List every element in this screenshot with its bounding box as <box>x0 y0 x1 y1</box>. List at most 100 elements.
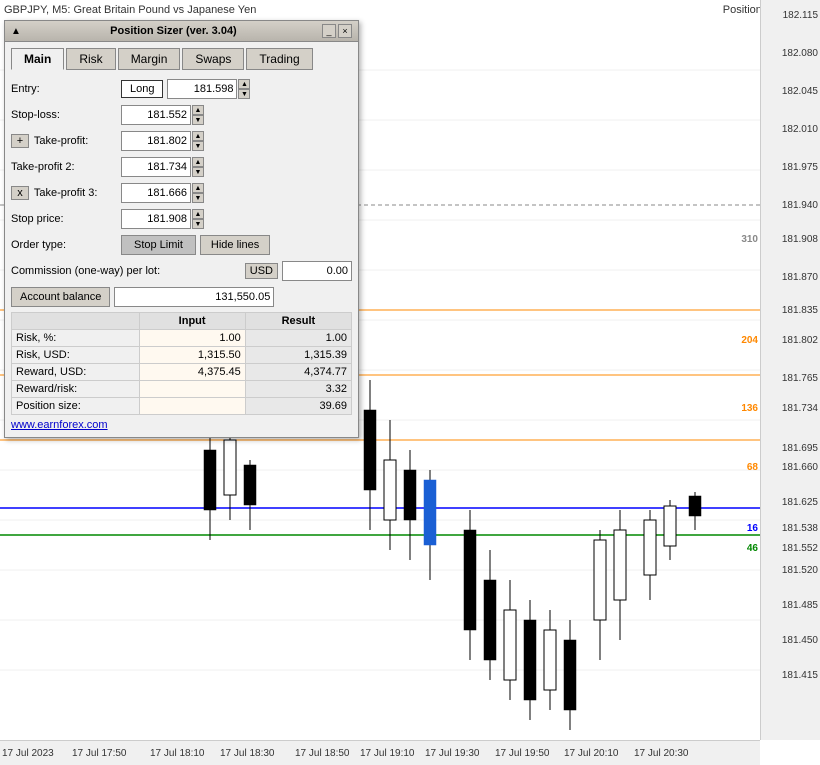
risk-pct-input[interactable] <box>139 330 245 347</box>
table-row: Reward/risk: 3.32 <box>12 381 352 398</box>
entry-spin-up[interactable]: ▲ <box>238 79 250 89</box>
stop-price-spin: ▲ ▼ <box>192 209 204 229</box>
take-profit-value-input[interactable] <box>121 131 191 151</box>
price-label-11: 181.625 <box>782 497 818 508</box>
hide-lines-button[interactable]: Hide lines <box>200 235 270 255</box>
take-profit-3-prefix[interactable]: x <box>11 186 29 200</box>
take-profit-input-group: ▲ ▼ <box>121 131 204 151</box>
position-size-result: 39.69 <box>245 398 351 415</box>
take-profit-row: + Take-profit: ▲ ▼ <box>11 130 352 152</box>
tab-swaps[interactable]: Swaps <box>182 48 244 70</box>
results-table: Input Result Risk, %: 1.00 Risk, USD: 1,… <box>11 312 352 415</box>
time-label-6: 17 Jul 19:30 <box>425 748 480 759</box>
stop-price-value-input[interactable] <box>121 209 191 229</box>
entry-value-input[interactable] <box>167 79 237 99</box>
tab-bar: Main Risk Margin Swaps Trading <box>11 48 352 70</box>
stop-price-spin-up[interactable]: ▲ <box>192 209 204 219</box>
close-button[interactable]: × <box>338 24 352 38</box>
risk-pct-input-field[interactable] <box>144 332 241 344</box>
price-axis: 182.115 182.080 182.045 182.010 181.975 … <box>760 0 820 740</box>
risk-pct-label: Risk, %: <box>12 330 140 347</box>
account-balance-input[interactable] <box>114 287 274 307</box>
tab-margin[interactable]: Margin <box>118 48 181 70</box>
price-label-3: 182.045 <box>782 86 818 97</box>
price-label-1: 182.115 <box>783 10 818 21</box>
reward-risk-result: 3.32 <box>245 381 351 398</box>
time-label-9: 17 Jul 20:30 <box>634 748 689 759</box>
take-profit-3-row: x Take-profit 3: ▲ ▼ <box>11 182 352 204</box>
take-profit-spin: ▲ ▼ <box>192 131 204 151</box>
side-label-46: 46 <box>747 543 758 554</box>
price-label-12: 181.520 <box>782 565 818 576</box>
chart-title: GBPJPY, M5: Great Britain Pound vs Japan… <box>4 4 256 16</box>
stop-loss-spin-down[interactable]: ▼ <box>192 115 204 125</box>
take-profit-label: + Take-profit: <box>11 134 121 148</box>
stop-price-input-group: ▲ ▼ <box>121 209 204 229</box>
price-label-sl: 181.552 <box>782 543 818 554</box>
side-label-16: 16 <box>747 523 758 534</box>
risk-usd-result: 1,315.39 <box>245 347 351 364</box>
time-label-2: 17 Jul 18:10 <box>150 748 205 759</box>
take-profit-2-spin-down[interactable]: ▼ <box>192 167 204 177</box>
panel-titlebar[interactable]: ▲ Position Sizer (ver. 3.04) _ × <box>5 21 358 42</box>
price-label-15: 181.415 <box>782 670 818 681</box>
risk-usd-input-field[interactable] <box>144 349 241 361</box>
stop-loss-value-input[interactable] <box>121 105 191 125</box>
price-label-tp2: 181.734 <box>782 403 818 414</box>
reward-usd-input-field[interactable] <box>144 366 241 378</box>
minimize-button[interactable]: _ <box>322 24 336 38</box>
account-balance-button[interactable]: Account balance <box>11 287 110 307</box>
reward-usd-input[interactable] <box>139 364 245 381</box>
price-label-4: 182.010 <box>782 124 818 135</box>
side-label-68: 68 <box>747 462 758 473</box>
risk-usd-input[interactable] <box>139 347 245 364</box>
tab-risk[interactable]: Risk <box>66 48 115 70</box>
price-label-8: 181.835 <box>782 305 818 316</box>
stop-loss-spin-up[interactable]: ▲ <box>192 105 204 115</box>
stop-loss-spin: ▲ ▼ <box>192 105 204 125</box>
stop-loss-row: Stop-loss: ▲ ▼ <box>11 104 352 126</box>
entry-row: Entry: Long ▲ ▼ <box>11 78 352 100</box>
position-sizer-panel: ▲ Position Sizer (ver. 3.04) _ × Main Ri… <box>4 20 359 438</box>
stop-price-spin-down[interactable]: ▼ <box>192 219 204 229</box>
table-row: Reward, USD: 4,374.77 <box>12 364 352 381</box>
entry-label: Entry: <box>11 83 121 95</box>
take-profit-2-spin: ▲ ▼ <box>192 157 204 177</box>
price-label-9: 181.765 <box>782 373 818 384</box>
take-profit-3-spin-down[interactable]: ▼ <box>192 193 204 203</box>
position-size-input <box>139 398 245 415</box>
take-profit-3-label: x Take-profit 3: <box>11 186 121 200</box>
take-profit-3-spin-up[interactable]: ▲ <box>192 183 204 193</box>
stop-loss-input-group: ▲ ▼ <box>121 105 204 125</box>
stop-price-row: Stop price: ▲ ▼ <box>11 208 352 230</box>
stop-limit-button[interactable]: Stop Limit <box>121 235 196 255</box>
take-profit-2-row: Take-profit 2: ▲ ▼ <box>11 156 352 178</box>
risk-usd-label: Risk, USD: <box>12 347 140 364</box>
commission-label: Commission (one-way) per lot: <box>11 265 245 277</box>
reward-usd-label: Reward, USD: <box>12 364 140 381</box>
panel-icon: ▲ <box>11 26 21 37</box>
position-size-label: Position size: <box>12 398 140 415</box>
earnforex-link[interactable]: www.earnforex.com <box>11 419 352 431</box>
entry-spin-down[interactable]: ▼ <box>238 89 250 99</box>
time-label-5: 17 Jul 19:10 <box>360 748 415 759</box>
order-type-row: Order type: Stop Limit Hide lines <box>11 234 352 256</box>
reward-usd-result: 4,374.77 <box>245 364 351 381</box>
take-profit-2-value-input[interactable] <box>121 157 191 177</box>
price-label-10: 181.695 <box>782 443 818 454</box>
commission-value-input[interactable] <box>282 261 352 281</box>
entry-type-button[interactable]: Long <box>121 80 163 98</box>
take-profit-3-value-input[interactable] <box>121 183 191 203</box>
take-profit-spin-up[interactable]: ▲ <box>192 131 204 141</box>
account-balance-row: Account balance <box>11 286 352 308</box>
tab-trading[interactable]: Trading <box>246 48 312 70</box>
risk-pct-result: 1.00 <box>245 330 351 347</box>
side-label-310: 310 <box>741 234 758 245</box>
stop-price-label: Stop price: <box>11 213 121 225</box>
take-profit-2-spin-up[interactable]: ▲ <box>192 157 204 167</box>
tab-main[interactable]: Main <box>11 48 64 70</box>
take-profit-spin-down[interactable]: ▼ <box>192 141 204 151</box>
price-label-5: 181.975 <box>782 162 818 173</box>
take-profit-prefix[interactable]: + <box>11 134 29 148</box>
take-profit-3-spin: ▲ ▼ <box>192 183 204 203</box>
